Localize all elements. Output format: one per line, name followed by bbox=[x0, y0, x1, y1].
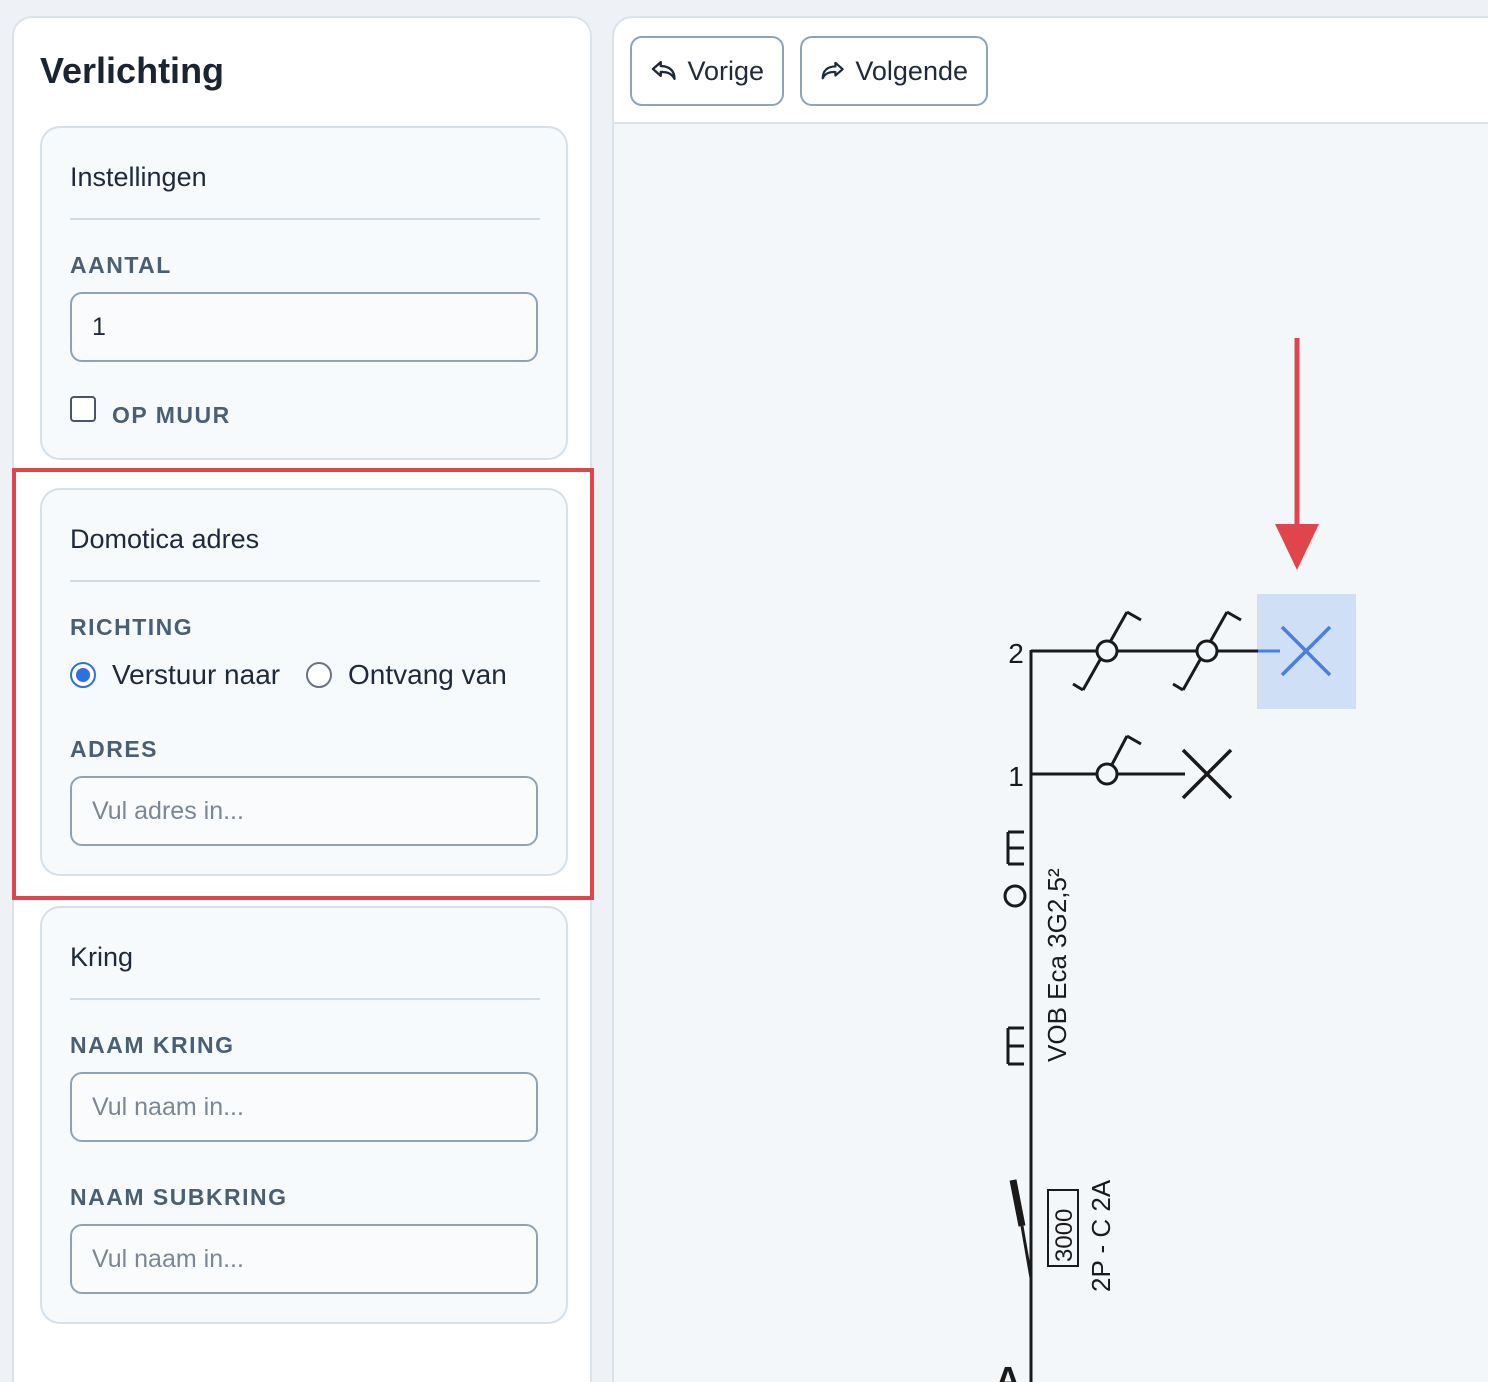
breaker-type: 2P - C 2A bbox=[1086, 1179, 1116, 1292]
breaker-rating: 3000 bbox=[1051, 1209, 1078, 1262]
circuit-number-2: 2 bbox=[1008, 638, 1024, 669]
bottom-label: A bbox=[995, 1359, 1021, 1382]
ground-icon bbox=[1006, 1026, 1024, 1066]
circuit-number-1: 1 bbox=[1008, 761, 1024, 792]
ground-icon bbox=[1006, 830, 1024, 866]
switch-icon[interactable] bbox=[1095, 734, 1142, 786]
circuit-diagram: 2 1 VOB Eca 3G2,5² 3000 2P - C 2A A bbox=[995, 338, 1356, 1382]
cable-label: VOB Eca 3G2,5² bbox=[1042, 868, 1072, 1062]
lamp-icon[interactable] bbox=[1181, 748, 1233, 800]
circuit-breaker-icon[interactable] bbox=[1009, 1179, 1033, 1279]
circle-symbol bbox=[1003, 884, 1027, 908]
arrow-down-icon bbox=[1275, 338, 1319, 570]
